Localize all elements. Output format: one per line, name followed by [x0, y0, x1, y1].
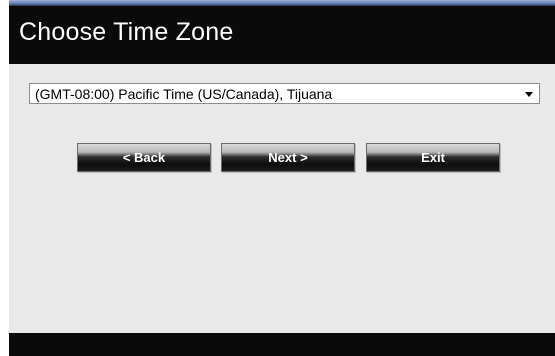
top-accent-strip: [9, 0, 555, 6]
bottom-bar: [9, 333, 555, 356]
content-panel: (GMT-08:00) Pacific Time (US/Canada), Ti…: [9, 64, 555, 333]
exit-button-label: Exit: [421, 150, 445, 165]
next-button-label: Next >: [268, 150, 308, 165]
next-button[interactable]: Next >: [221, 143, 355, 172]
wizard-window: Choose Time Zone (GMT-08:00) Pacific Tim…: [9, 0, 555, 356]
page-title: Choose Time Zone: [19, 18, 234, 46]
back-button[interactable]: < Back: [77, 143, 211, 172]
back-button-label: < Back: [122, 150, 166, 165]
exit-button[interactable]: Exit: [366, 143, 500, 172]
chevron-down-icon[interactable]: [525, 92, 533, 97]
timezone-select[interactable]: (GMT-08:00) Pacific Time (US/Canada), Ti…: [29, 83, 540, 104]
timezone-select-value: (GMT-08:00) Pacific Time (US/Canada), Ti…: [35, 86, 333, 102]
